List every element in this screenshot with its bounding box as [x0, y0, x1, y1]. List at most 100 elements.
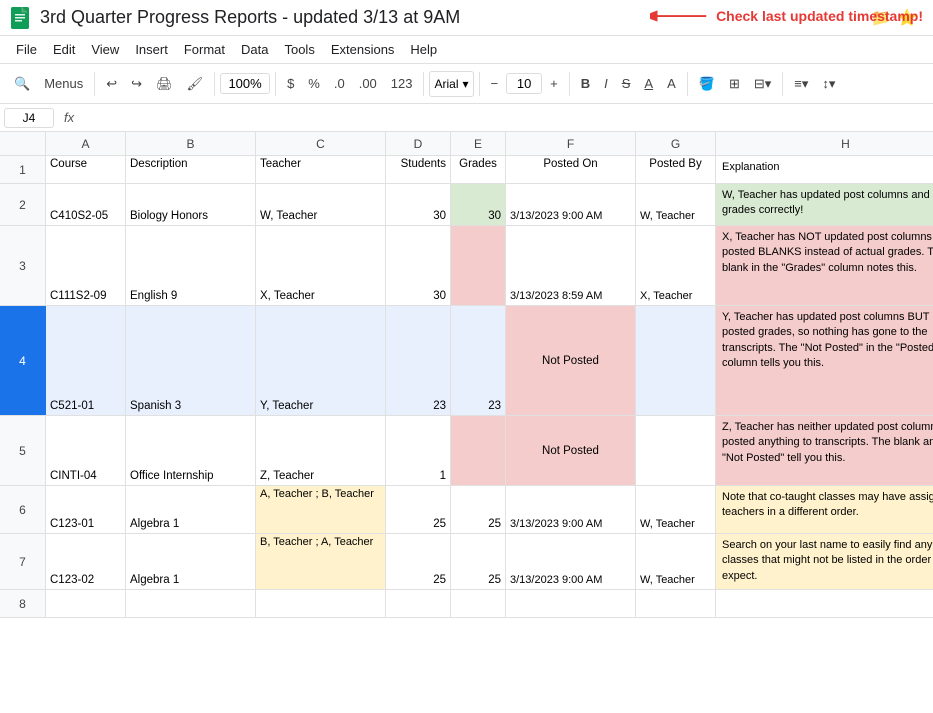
cell-h3[interactable]: X, Teacher has NOT updated post columns …	[716, 226, 933, 305]
cell-c1[interactable]: Teacher	[256, 156, 386, 183]
cell-h8[interactable]	[716, 590, 933, 617]
col-header-b[interactable]: B	[126, 132, 256, 155]
cell-a3[interactable]: C111S2-09	[46, 226, 126, 305]
undo-button[interactable]: ↩	[100, 72, 123, 96]
menu-data[interactable]: Data	[233, 38, 276, 61]
print-button[interactable]: 🖨	[150, 72, 179, 96]
format-number-button[interactable]: 123	[385, 72, 419, 95]
cell-e7[interactable]: 25	[451, 534, 506, 589]
row-number-7[interactable]: 7	[0, 534, 46, 589]
align-button[interactable]: ≡▾	[788, 72, 814, 96]
menu-file[interactable]: File	[8, 38, 45, 61]
font-selector[interactable]: Arial ▾	[429, 71, 473, 97]
font-size-inc-button[interactable]: +	[544, 72, 564, 95]
menus-button[interactable]: Menus	[38, 72, 89, 95]
cell-a1[interactable]: Course	[46, 156, 126, 183]
cell-g4[interactable]	[636, 306, 716, 415]
font-size-input[interactable]: 10	[506, 73, 542, 94]
cell-f7[interactable]: 3/13/2023 9:00 AM	[506, 534, 636, 589]
cell-c6[interactable]: A, Teacher ; B, Teacher	[256, 486, 386, 533]
cell-h6[interactable]: Note that co-taught classes may have ass…	[716, 486, 933, 533]
cell-b1[interactable]: Description	[126, 156, 256, 183]
italic-button[interactable]: I	[598, 72, 614, 95]
cell-c4[interactable]: Y, Teacher	[256, 306, 386, 415]
cell-f5[interactable]: Not Posted	[506, 416, 636, 485]
row-number-2[interactable]: 2	[0, 184, 46, 225]
cell-d5[interactable]: 1	[386, 416, 451, 485]
cell-a7[interactable]: C123-02	[46, 534, 126, 589]
menu-extensions[interactable]: Extensions	[323, 38, 403, 61]
cell-a5[interactable]: CINTI-04	[46, 416, 126, 485]
row-number-8[interactable]: 8	[0, 590, 46, 617]
menu-help[interactable]: Help	[402, 38, 445, 61]
cell-d4[interactable]: 23	[386, 306, 451, 415]
row-number-4[interactable]: 4	[0, 306, 46, 415]
col-header-c[interactable]: C	[256, 132, 386, 155]
text-color-button[interactable]: A	[661, 72, 682, 95]
row-number-6[interactable]: 6	[0, 486, 46, 533]
cell-reference-input[interactable]	[4, 108, 54, 128]
cell-c3[interactable]: X, Teacher	[256, 226, 386, 305]
cell-d1[interactable]: Students	[386, 156, 451, 183]
bold-button[interactable]: B	[575, 72, 596, 95]
borders-button[interactable]: ⊞	[723, 72, 746, 96]
col-header-g[interactable]: G	[636, 132, 716, 155]
cell-g2[interactable]: W, Teacher	[636, 184, 716, 225]
menu-format[interactable]: Format	[176, 38, 233, 61]
underline-button[interactable]: A	[638, 72, 659, 95]
cell-h4[interactable]: Y, Teacher has updated post columns BUT …	[716, 306, 933, 415]
cell-f1[interactable]: Posted On	[506, 156, 636, 183]
cell-c8[interactable]	[256, 590, 386, 617]
currency-button[interactable]: $	[281, 72, 300, 95]
cell-b6[interactable]: Algebra 1	[126, 486, 256, 533]
cell-g1[interactable]: Posted By	[636, 156, 716, 183]
cell-d2[interactable]: 30	[386, 184, 451, 225]
valign-button[interactable]: ↕▾	[816, 72, 841, 96]
cell-f2[interactable]: 3/13/2023 9:00 AM	[506, 184, 636, 225]
cell-e4[interactable]: 23	[451, 306, 506, 415]
row-number-3[interactable]: 3	[0, 226, 46, 305]
cell-d6[interactable]: 25	[386, 486, 451, 533]
cell-b3[interactable]: English 9	[126, 226, 256, 305]
font-dropdown-icon[interactable]: ▾	[463, 77, 469, 91]
paint-format-button[interactable]: 🖌	[181, 72, 210, 96]
decimal-dec-button[interactable]: .0	[328, 72, 351, 95]
menu-tools[interactable]: Tools	[276, 38, 322, 61]
cell-e3[interactable]	[451, 226, 506, 305]
search-button[interactable]: 🔍	[8, 72, 36, 96]
cell-b4[interactable]: Spanish 3	[126, 306, 256, 415]
cell-d3[interactable]: 30	[386, 226, 451, 305]
cell-f8[interactable]	[506, 590, 636, 617]
redo-button[interactable]: ↪	[125, 72, 148, 96]
cell-a2[interactable]: C410S2-05	[46, 184, 126, 225]
cell-b7[interactable]: Algebra 1	[126, 534, 256, 589]
cell-g7[interactable]: W, Teacher	[636, 534, 716, 589]
cell-e2[interactable]: 30	[451, 184, 506, 225]
cell-g8[interactable]	[636, 590, 716, 617]
cell-g3[interactable]: X, Teacher	[636, 226, 716, 305]
decimal-inc-button[interactable]: .00	[353, 72, 383, 95]
col-header-f[interactable]: F	[506, 132, 636, 155]
zoom-select[interactable]: 100%	[220, 73, 270, 94]
formula-input[interactable]	[84, 110, 929, 125]
cell-b8[interactable]	[126, 590, 256, 617]
col-header-a[interactable]: A	[46, 132, 126, 155]
cell-c5[interactable]: Z, Teacher	[256, 416, 386, 485]
font-size-dec-button[interactable]: −	[485, 72, 505, 95]
cell-d8[interactable]	[386, 590, 451, 617]
col-header-d[interactable]: D	[386, 132, 451, 155]
cell-e8[interactable]	[451, 590, 506, 617]
cell-c7[interactable]: B, Teacher ; A, Teacher	[256, 534, 386, 589]
cell-e6[interactable]: 25	[451, 486, 506, 533]
menu-view[interactable]: View	[83, 38, 127, 61]
cell-e5[interactable]	[451, 416, 506, 485]
row-number-5[interactable]: 5	[0, 416, 46, 485]
cell-a8[interactable]	[46, 590, 126, 617]
cell-h7[interactable]: Search on your last name to easily find …	[716, 534, 933, 589]
cell-a6[interactable]: C123-01	[46, 486, 126, 533]
cell-c2[interactable]: W, Teacher	[256, 184, 386, 225]
fill-color-button[interactable]: 🪣	[693, 72, 721, 96]
col-header-e[interactable]: E	[451, 132, 506, 155]
cell-a4[interactable]: C521-01	[46, 306, 126, 415]
cell-g5[interactable]	[636, 416, 716, 485]
